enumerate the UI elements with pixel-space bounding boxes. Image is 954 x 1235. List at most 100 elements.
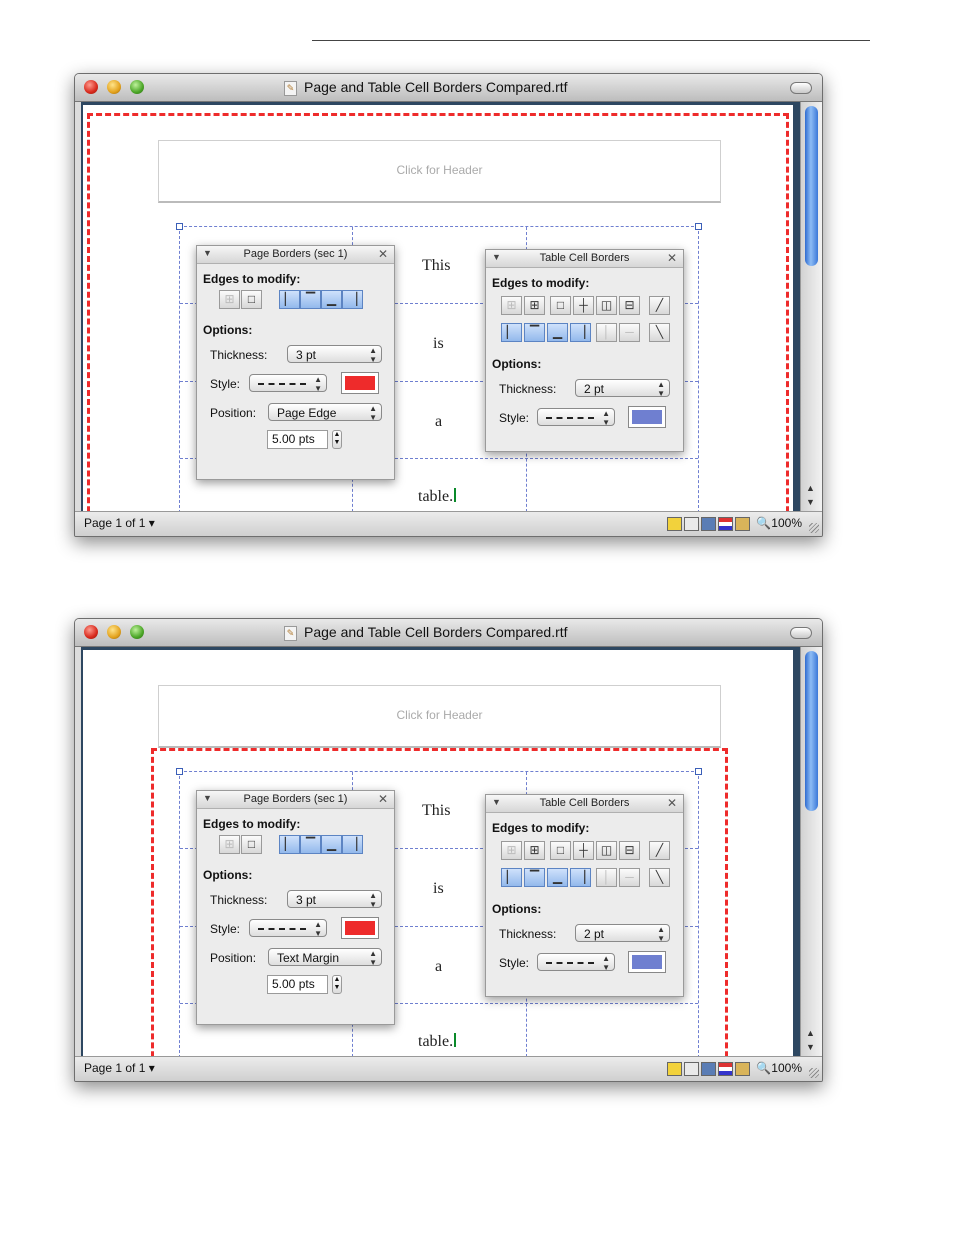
style-popup[interactable]: ▲ ▼ [249,919,327,938]
scroll-up-icon[interactable]: ▲ [806,1028,815,1038]
zoom-control[interactable]: 🔍100% [756,516,802,530]
edge-diagonal-down-button[interactable]: ╲ [649,323,670,342]
title-bar[interactable]: ✎ Page and Table Cell Borders Compared.r… [75,619,822,647]
border-color-well[interactable] [341,917,379,939]
edge-inner-button[interactable]: ┼ [573,841,594,860]
edge-diagonal-up-button[interactable]: ╱ [649,841,670,860]
zoom-icon[interactable] [130,80,144,94]
ruler-icon[interactable] [667,517,682,531]
offset-field[interactable]: 5.00 pts [267,430,328,449]
scroll-thumb[interactable] [805,651,818,811]
page[interactable]: Click for Header This is a table. ▼ Page… [83,105,793,536]
minimize-icon[interactable] [107,625,121,639]
resize-grip-icon[interactable] [809,523,819,533]
edge-diagonal-down-button[interactable]: ╲ [649,868,670,887]
edge-center-vertical-button[interactable]: │ [596,323,617,342]
edge-box-button[interactable]: □ [241,835,262,854]
thickness-popup[interactable]: 2 pt ▲ ▼ [575,924,670,943]
edge-top-button[interactable]: ▔ [524,323,545,342]
edge-top-button[interactable]: ▔ [524,868,545,887]
page-count-menu[interactable]: Page 1 of 1 ▾ [84,1061,155,1075]
style-popup[interactable]: ▲ ▼ [537,408,615,427]
position-popup[interactable]: Text Margin ▲ ▼ [268,948,382,967]
edge-right-button[interactable]: ▕ [342,835,363,854]
edge-box-button[interactable]: □ [550,296,571,315]
briefcase-icon[interactable] [735,1062,750,1076]
scroll-down-icon[interactable]: ▼ [806,497,815,507]
offset-field[interactable]: 5.00 pts [267,975,328,994]
panel-title-bar[interactable]: ▼ Page Borders (sec 1) ✕ [197,246,394,264]
edge-right-button[interactable]: ▕ [570,868,591,887]
zoom-icon[interactable] [130,625,144,639]
thickness-popup[interactable]: 3 pt ▲ ▼ [287,890,382,909]
edge-inner-vertical-button[interactable]: ◫ [596,296,617,315]
edge-box-button[interactable]: □ [241,290,262,309]
vertical-scrollbar[interactable]: ▲ ▼ [800,647,822,1056]
edge-inner-button[interactable]: ┼ [573,296,594,315]
panel-close-icon[interactable]: ✕ [378,792,388,806]
scroll-up-icon[interactable]: ▲ [806,483,815,493]
toolbar-toggle-button[interactable] [790,82,812,94]
panel-close-icon[interactable]: ✕ [378,247,388,261]
edge-grid-button[interactable]: ⊞ [524,296,545,315]
edge-box-button[interactable]: □ [550,841,571,860]
edge-grid-button[interactable]: ⊞ [524,841,545,860]
close-icon[interactable] [84,80,98,94]
edge-grid-button[interactable]: ⊞ [219,290,240,309]
edge-bottom-button[interactable]: ▁ [547,868,568,887]
language-flag-icon[interactable] [718,517,733,531]
panel-icon[interactable] [701,517,716,531]
style-popup[interactable]: ▲ ▼ [249,374,327,393]
page-icon[interactable] [684,1062,699,1076]
scroll-thumb[interactable] [805,106,818,266]
edge-left-button[interactable]: ▏ [279,290,300,309]
page-count-menu[interactable]: Page 1 of 1 ▾ [84,516,155,530]
edge-top-button[interactable]: ▔ [300,290,321,309]
page-icon[interactable] [684,517,699,531]
zoom-control[interactable]: 🔍100% [756,1061,802,1075]
panel-icon[interactable] [701,1062,716,1076]
edge-right-button[interactable]: ▕ [570,323,591,342]
resize-grip-icon[interactable] [809,1068,819,1078]
panel-close-icon[interactable]: ✕ [667,796,677,810]
edge-center-vertical-button[interactable]: │ [596,868,617,887]
edge-center-horizontal-button[interactable]: ─ [619,323,640,342]
close-icon[interactable] [84,625,98,639]
edge-left-button[interactable]: ▏ [501,323,522,342]
edge-left-button[interactable]: ▏ [279,835,300,854]
edge-bottom-button[interactable]: ▁ [321,835,342,854]
document-area[interactable]: Click for Header This is a table. ▼ Page… [81,647,800,1081]
border-color-well[interactable] [341,372,379,394]
edge-bottom-button[interactable]: ▁ [321,290,342,309]
edge-inner-vertical-button[interactable]: ◫ [596,841,617,860]
briefcase-icon[interactable] [735,517,750,531]
panel-title-bar[interactable]: ▼ Table Cell Borders ✕ [486,250,683,268]
border-color-well[interactable] [628,406,666,428]
offset-stepper[interactable]: ▲ ▼ [332,430,342,449]
toolbar-toggle-button[interactable] [790,627,812,639]
header-box[interactable]: Click for Header [158,685,721,748]
page[interactable]: Click for Header This is a table. ▼ Page… [83,650,793,1081]
thickness-popup[interactable]: 3 pt ▲ ▼ [287,345,382,364]
scroll-down-icon[interactable]: ▼ [806,1042,815,1052]
edge-left-button[interactable]: ▏ [501,868,522,887]
title-bar[interactable]: ✎ Page and Table Cell Borders Compared.r… [75,74,822,102]
vertical-scrollbar[interactable]: ▲ ▼ [800,102,822,511]
thickness-popup[interactable]: 2 pt ▲ ▼ [575,379,670,398]
edge-center-horizontal-button[interactable]: ─ [619,868,640,887]
edge-grid-button[interactable]: ⊞ [219,835,240,854]
edge-diagonal-up-button[interactable]: ╱ [649,296,670,315]
offset-stepper[interactable]: ▲ ▼ [332,975,342,994]
edge-inner-horizontal-button[interactable]: ⊟ [619,296,640,315]
language-flag-icon[interactable] [718,1062,733,1076]
position-popup[interactable]: Page Edge ▲ ▼ [268,403,382,422]
document-area[interactable]: Click for Header This is a table. ▼ Page… [81,102,800,536]
panel-title-bar[interactable]: ▼ Page Borders (sec 1) ✕ [197,791,394,809]
edge-all-dim-button[interactable]: ⊞ [501,841,522,860]
edge-bottom-button[interactable]: ▁ [547,323,568,342]
border-color-well[interactable] [628,951,666,973]
panel-title-bar[interactable]: ▼ Table Cell Borders ✕ [486,795,683,813]
ruler-icon[interactable] [667,1062,682,1076]
minimize-icon[interactable] [107,80,121,94]
panel-close-icon[interactable]: ✕ [667,251,677,265]
